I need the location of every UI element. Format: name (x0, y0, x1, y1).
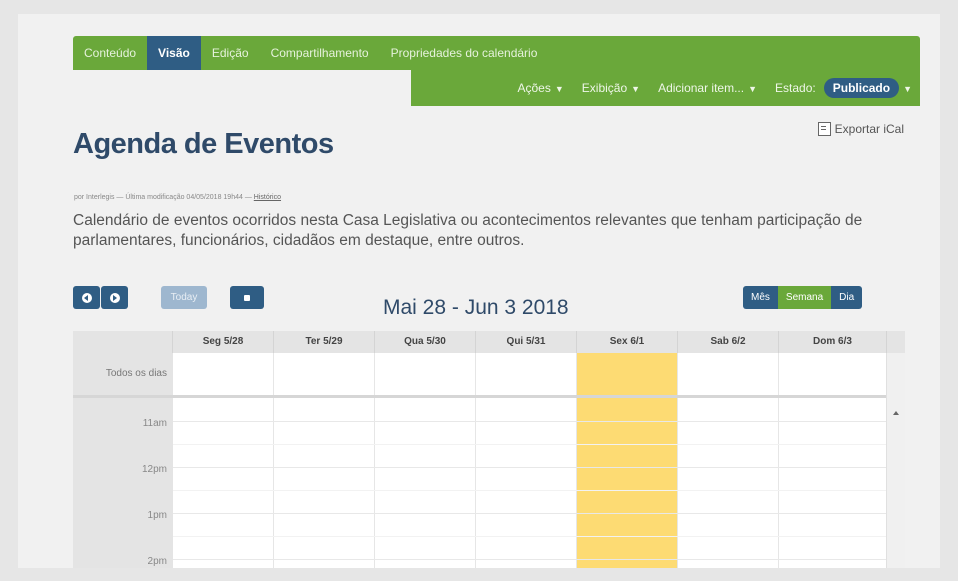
add-item-menu[interactable]: Adicionar item... ▼ (658, 81, 757, 95)
prev-week-button[interactable] (73, 286, 100, 309)
actions-menu[interactable]: Ações ▼ (518, 81, 564, 95)
hour-line (173, 467, 905, 468)
caret-down-icon: ▼ (748, 84, 758, 94)
caret-down-icon: ▼ (903, 84, 912, 94)
view-month-button[interactable]: Mês (743, 286, 778, 309)
byline-text: por Interlegis — Última modificação 04/0… (74, 194, 252, 201)
display-menu[interactable]: Exibição ▼ (582, 81, 640, 95)
document-byline: por Interlegis — Última modificação 04/0… (74, 194, 281, 201)
display-menu-label: Exibição (581, 81, 628, 95)
export-icon (817, 122, 831, 136)
all-day-label: Todos os dias (105, 368, 167, 379)
today-button[interactable]: Today (161, 286, 207, 309)
day-header-sun[interactable]: Dom 6/3 (779, 331, 887, 353)
chevron-right-icon (109, 292, 120, 303)
half-hour-line (173, 444, 905, 445)
caret-down-icon: ▼ (631, 84, 641, 94)
tab-visao[interactable]: Visão (147, 36, 201, 70)
half-hour-line (173, 490, 905, 491)
export-ical-link[interactable]: Exportar iCal (817, 122, 904, 136)
hour-label-12pm: 12pm (141, 464, 167, 475)
status-label: Estado: (775, 81, 816, 95)
action-bar: Ações ▼ Exibição ▼ Adicionar item... ▼ Esta… (411, 70, 920, 106)
tab-edicao[interactable]: Edição (201, 36, 260, 70)
scroll-header (887, 331, 905, 353)
history-link[interactable]: Histórico (254, 194, 281, 201)
page-title: Agenda de Eventos (73, 128, 334, 160)
actions-menu-label: Ações (517, 81, 551, 95)
day-header-tue[interactable]: Ter 5/29 (274, 331, 375, 353)
hour-label-11am: 11am (142, 418, 167, 429)
day-header-mon[interactable]: Seg 5/28 (173, 331, 274, 353)
hour-label-1pm: 1pm (147, 510, 167, 521)
view-week-button[interactable]: Semana (777, 286, 832, 309)
content-tabs: Conteúdo Visão Edição Compartilhamento P… (73, 36, 920, 70)
caret-down-icon: ▼ (554, 84, 564, 94)
next-week-button[interactable] (101, 286, 128, 309)
tab-compartilhamento[interactable]: Compartilhamento (260, 36, 380, 70)
date-range-title: Mai 28 - Jun 3 2018 (383, 296, 569, 319)
hour-line (173, 421, 905, 422)
tab-conteudo[interactable]: Conteúdo (73, 36, 147, 70)
tab-propriedades[interactable]: Propriedades do calendário (380, 36, 549, 70)
view-switcher: Mês Semana Dia (743, 286, 863, 309)
week-calendar-grid: Seg 5/28 Ter 5/29 Qua 5/30 Qui 5/31 Sex … (73, 331, 905, 568)
view-day-button[interactable]: Dia (831, 286, 863, 309)
scroll-up-icon[interactable] (893, 411, 899, 415)
gutter-header (73, 331, 173, 353)
hour-line (173, 559, 905, 560)
calendar-icon (244, 294, 250, 301)
page-description: Calendário de eventos ocorridos nesta Ca… (73, 212, 863, 249)
status-badge[interactable]: Publicado (823, 78, 900, 98)
day-header-sat[interactable]: Sab 6/2 (678, 331, 779, 353)
hour-label-2pm: 2pm (147, 556, 167, 567)
day-header-fri[interactable]: Sex 6/1 (577, 331, 678, 353)
hour-line (173, 513, 905, 514)
status-menu[interactable]: Estado: Publicado ▼ (775, 78, 912, 98)
day-header-wed[interactable]: Qua 5/30 (375, 331, 476, 353)
day-header-thu[interactable]: Qui 5/31 (476, 331, 577, 353)
half-hour-line (173, 536, 905, 537)
date-picker-button[interactable] (230, 286, 264, 309)
all-day-separator (73, 395, 905, 398)
grid-scrollbar[interactable] (886, 353, 905, 568)
page-frame: Conteúdo Visão Edição Compartilhamento P… (18, 14, 940, 568)
chevron-left-icon (81, 292, 92, 303)
add-item-label: Adicionar item... (658, 81, 745, 95)
export-label: Exportar iCal (834, 122, 904, 136)
